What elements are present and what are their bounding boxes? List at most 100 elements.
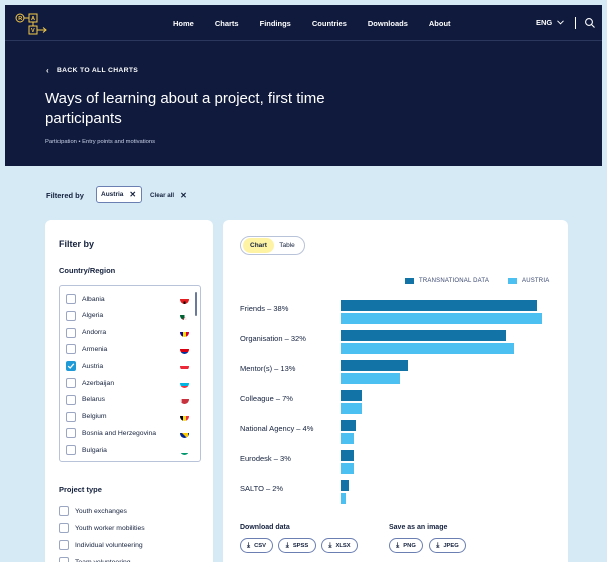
bar-austria[interactable] xyxy=(341,433,354,444)
search-icon[interactable] xyxy=(584,17,596,29)
download-csv-button[interactable]: ⤓ CSV xyxy=(240,538,273,553)
armenia-flag-icon xyxy=(180,345,189,354)
andorra-flag-icon xyxy=(180,328,189,338)
bar-chart: Friends – 38% Organisation – 32% Mentor(s)… xyxy=(223,220,568,520)
nav-charts[interactable]: Charts xyxy=(215,19,239,28)
breadcrumb: Participation • Entry points and motivat… xyxy=(45,139,155,145)
project-type-checkbox[interactable] xyxy=(59,506,69,516)
azerbaijan-flag-icon xyxy=(180,379,189,388)
close-icon[interactable]: ✕ xyxy=(129,190,136,199)
bar-austria[interactable] xyxy=(341,313,542,324)
bar-austria[interactable] xyxy=(341,493,347,504)
project-type-checkbox[interactable] xyxy=(59,557,69,562)
bar-transnational[interactable] xyxy=(341,420,357,431)
country-checkbox[interactable] xyxy=(66,294,76,304)
download-spss-button[interactable]: ⤓ SPSS xyxy=(278,538,316,553)
country-option[interactable]: Albania xyxy=(60,291,192,307)
download-label: JPEG xyxy=(443,542,459,549)
project-type-option[interactable]: Team volunteering xyxy=(59,556,209,562)
country-label: Armenia xyxy=(82,345,108,353)
bar-transnational[interactable] xyxy=(341,360,408,371)
project-type-label: Individual volunteering xyxy=(75,541,143,549)
bar-austria[interactable] xyxy=(341,463,354,474)
nav-findings[interactable]: Findings xyxy=(260,19,291,28)
country-checkbox[interactable] xyxy=(66,327,76,338)
bar-austria[interactable] xyxy=(341,343,514,354)
save-jpeg-button[interactable]: ⤓ JPEG xyxy=(429,538,466,553)
country-option[interactable]: Austria xyxy=(60,358,192,374)
project-type-title: Project type xyxy=(59,485,102,494)
country-option[interactable]: Azerbaijan xyxy=(60,375,192,391)
country-checkbox[interactable] xyxy=(66,394,76,405)
country-label: Bulgaria xyxy=(82,446,107,454)
country-option[interactable]: Belgium xyxy=(60,409,192,425)
hero-header: ‹ BACK TO ALL CHARTS Ways of learning ab… xyxy=(5,41,602,166)
country-option[interactable]: Armenia xyxy=(60,341,192,357)
svg-text:V: V xyxy=(31,28,35,34)
project-type-label: Youth exchanges xyxy=(75,507,127,515)
country-list[interactable]: Albania Algeria Andorra Armenia Austria Azerb… xyxy=(59,285,201,462)
country-label: Albania xyxy=(82,295,105,303)
category-label: Mentor(s) – 13% xyxy=(240,364,296,373)
bar-transnational[interactable] xyxy=(341,480,349,491)
project-type-option[interactable]: Individual volunteering xyxy=(59,539,209,551)
svg-text:R: R xyxy=(18,16,22,22)
filter-chip-austria[interactable]: Austria ✕ xyxy=(96,186,142,203)
country-checkbox[interactable] xyxy=(66,378,76,388)
project-type-checkbox[interactable] xyxy=(59,523,69,533)
nav-home[interactable]: Home xyxy=(173,19,194,28)
filter-panel-title: Filter by xyxy=(59,239,95,249)
country-option[interactable]: Bulgaria xyxy=(60,442,192,458)
scrollbar-thumb[interactable] xyxy=(195,292,197,316)
project-type-checkbox[interactable] xyxy=(59,540,69,550)
chart-panel: Chart Table TRANSNATIONAL DATA AUSTRIA F… xyxy=(223,220,568,562)
bar-transnational[interactable] xyxy=(341,300,537,311)
page-title: Ways of learning about a project, first … xyxy=(45,90,325,127)
category-label: Colleague – 7% xyxy=(240,394,293,403)
country-checkbox[interactable] xyxy=(66,361,76,372)
chevron-down-icon xyxy=(557,20,565,25)
download-label: XLSX xyxy=(335,542,351,549)
language-selector[interactable]: ENG xyxy=(536,18,565,27)
download-icon: ⤓ xyxy=(328,541,332,549)
save-png-button[interactable]: ⤓ PNG xyxy=(389,538,423,553)
chevron-left-icon: ‹ xyxy=(46,66,49,75)
download-icon: ⤓ xyxy=(436,541,440,549)
nav-countries[interactable]: Countries xyxy=(312,19,347,28)
austria-flag-icon xyxy=(180,362,189,371)
country-checkbox[interactable] xyxy=(66,445,76,456)
close-icon: ✕ xyxy=(180,191,187,200)
country-option[interactable]: Belarus xyxy=(60,392,192,408)
clear-all-button[interactable]: Clear all ✕ xyxy=(150,191,187,200)
nav-about[interactable]: About xyxy=(429,19,451,28)
project-type-option[interactable]: Youth exchanges xyxy=(59,505,209,517)
download-xlsx-button[interactable]: ⤓ XLSX xyxy=(321,538,358,553)
country-label: Andorra xyxy=(82,329,107,337)
bar-transnational[interactable] xyxy=(341,390,362,401)
country-checkbox[interactable] xyxy=(66,310,76,321)
bar-austria[interactable] xyxy=(341,403,362,414)
bar-transnational[interactable] xyxy=(341,330,506,341)
nav-downloads[interactable]: Downloads xyxy=(368,19,408,28)
back-to-charts-link[interactable]: ‹ BACK TO ALL CHARTS xyxy=(46,66,138,75)
back-label: BACK TO ALL CHARTS xyxy=(56,67,139,74)
download-label: PNG xyxy=(403,542,416,549)
country-option[interactable]: Bosnia and Herzegovina xyxy=(60,425,192,441)
nav-divider xyxy=(575,17,576,29)
category-label: Friends – 38% xyxy=(240,304,289,313)
country-label: Belarus xyxy=(82,396,106,404)
bar-transnational[interactable] xyxy=(341,450,354,461)
country-checkbox[interactable] xyxy=(66,344,76,355)
save-image-title: Save as an image xyxy=(389,524,448,531)
download-label: SPSS xyxy=(292,542,309,549)
country-option[interactable]: Andorra xyxy=(60,325,192,341)
download-icon: ⤓ xyxy=(246,541,251,549)
download-data-title: Download data xyxy=(240,524,290,531)
category-label: Eurodesk – 3% xyxy=(240,454,291,463)
country-option[interactable]: Algeria xyxy=(60,308,192,324)
bar-austria[interactable] xyxy=(341,373,401,384)
country-checkbox[interactable] xyxy=(66,428,76,439)
site-logo[interactable]: R A V xyxy=(15,11,55,37)
project-type-option[interactable]: Youth worker mobilities xyxy=(59,522,209,534)
country-checkbox[interactable] xyxy=(66,411,76,422)
